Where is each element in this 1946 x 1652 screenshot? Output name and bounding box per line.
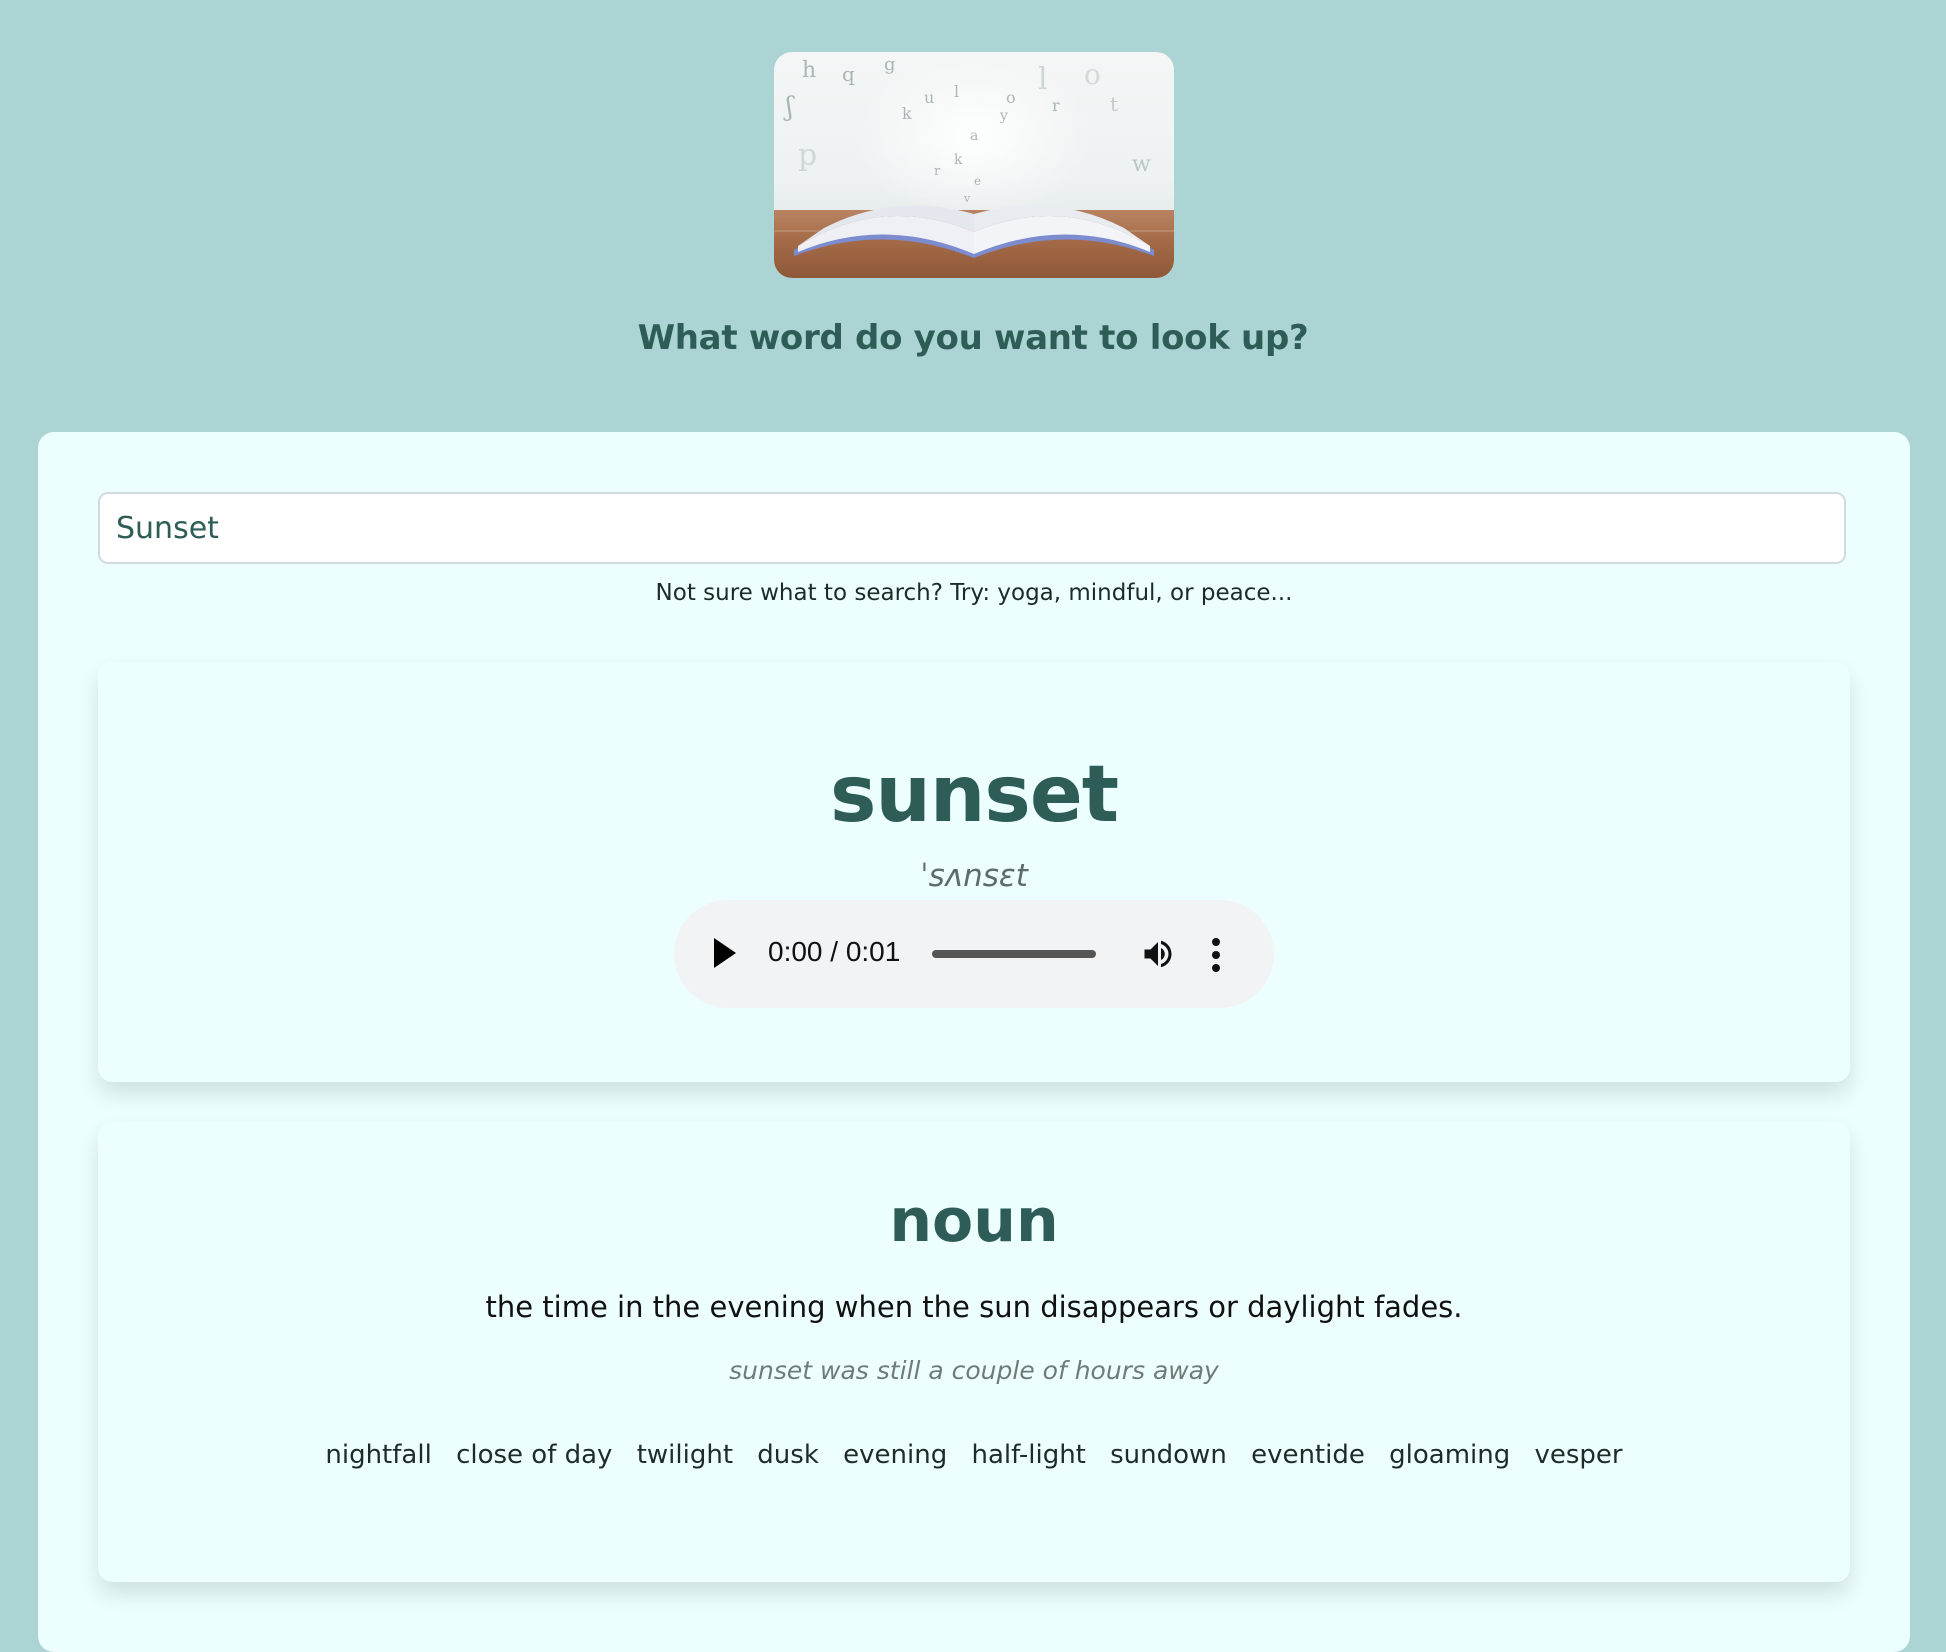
open-book-icon (794, 205, 1154, 258)
more-options-icon[interactable] (1212, 938, 1220, 972)
synonym-list: nightfall close of day twilight dusk eve… (98, 1440, 1850, 1470)
floating-letter-decoration: t (1110, 92, 1119, 116)
example-text: sunset was still a couple of hours away (729, 1356, 1219, 1385)
synonym-item[interactable]: dusk (757, 1440, 819, 1470)
synonym-item[interactable]: sundown (1110, 1440, 1227, 1470)
floating-letter-decoration: h (802, 58, 817, 83)
floating-letter-decoration: y (1000, 108, 1008, 124)
synonym-item[interactable]: close of day (456, 1440, 612, 1470)
floating-letter-decoration: k (902, 104, 912, 123)
definition-text: the time in the evening when the sun dis… (485, 1290, 1463, 1324)
synonym-item[interactable]: eventide (1251, 1440, 1365, 1470)
meaning-card: noun the time in the evening when the su… (98, 1122, 1850, 1582)
synonym-item[interactable]: half-light (972, 1440, 1086, 1470)
search-input[interactable] (98, 492, 1846, 564)
search-hint: Not sure what to search? Try: yoga, mind… (655, 580, 1293, 606)
floating-letter-decoration: u (924, 88, 935, 107)
hero-book-image: h q g ʃ k u l o y a k r e v l o r t w p (774, 52, 1174, 278)
audio-progress-slider[interactable] (932, 950, 1096, 958)
floating-letter-decoration: ʃ (786, 92, 794, 122)
floating-letter-decoration: o (1084, 58, 1101, 91)
part-of-speech: noun (889, 1186, 1059, 1256)
main-panel: Not sure what to search? Try: yoga, mind… (38, 432, 1910, 1652)
floating-letter-decoration: l (954, 82, 960, 101)
floating-letter-decoration: w (1132, 152, 1151, 177)
word-card: sunset ˈsʌnsɛt 0:00 / 0:01 (98, 662, 1850, 1082)
synonym-item[interactable]: twilight (637, 1440, 733, 1470)
floating-letter-decoration: a (970, 128, 979, 144)
floating-letter-decoration: r (1052, 96, 1060, 115)
play-icon[interactable] (714, 938, 736, 968)
floating-letter-decoration: e (974, 174, 982, 188)
floating-letter-decoration: l (1038, 62, 1048, 97)
floating-letter-decoration: p (798, 138, 818, 173)
floating-letter-decoration: q (842, 62, 855, 86)
page-title: What word do you want to look up? (637, 318, 1309, 358)
synonym-item[interactable]: vesper (1535, 1440, 1623, 1470)
floating-letter-decoration: o (1006, 88, 1016, 107)
floating-letter-decoration: g (884, 54, 896, 75)
synonym-item[interactable]: gloaming (1389, 1440, 1510, 1470)
synonym-item[interactable]: nightfall (325, 1440, 431, 1470)
synonym-item[interactable]: evening (843, 1440, 947, 1470)
floating-letter-decoration: k (954, 152, 963, 168)
audio-time: 0:00 / 0:01 (768, 936, 901, 967)
volume-icon[interactable] (1140, 936, 1176, 972)
audio-player: 0:00 / 0:01 (674, 900, 1274, 1008)
word-heading: sunset (829, 750, 1119, 840)
floating-letter-decoration: r (934, 164, 941, 179)
phonetic-text: ˈsʌnsɛt (920, 858, 1028, 894)
